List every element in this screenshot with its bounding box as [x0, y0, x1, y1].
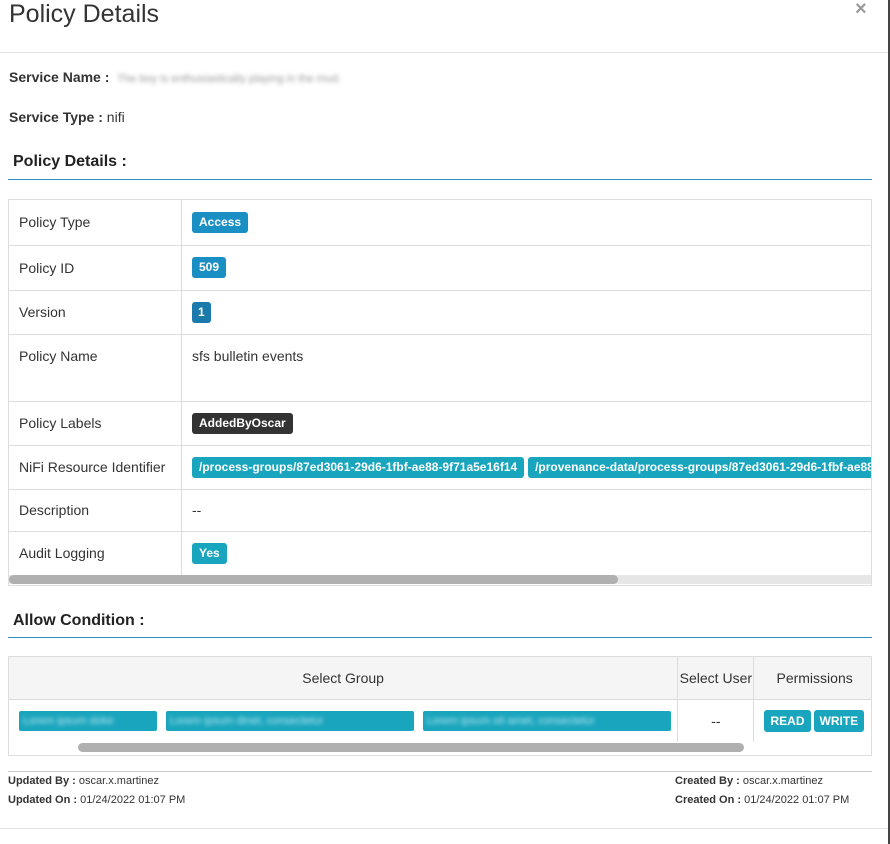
permission-badge: READ — [764, 710, 811, 732]
modal-footer-divider — [0, 828, 888, 829]
condition-header-row: Select Group Select User Permissions — [9, 657, 871, 700]
details-scrollbar-thumb[interactable] — [9, 575, 618, 584]
audit-logging-label: Audit Logging — [9, 530, 182, 575]
version-label: Version — [9, 289, 182, 334]
updated-by: Updated By : oscar.x.martinez — [8, 775, 159, 787]
updated-on: Updated On : 01/24/2022 01:07 PM — [8, 794, 185, 806]
row-policy-id: Policy ID 509 — [9, 244, 871, 290]
service-name-value: The boy is enthusiastically playing in t… — [117, 73, 342, 85]
resource-badge: /process-groups/87ed3061-29d6-1fbf-ae88-… — [192, 456, 525, 478]
policy-details-heading: Policy Details : — [13, 153, 127, 170]
created-on-value: 01/24/2022 01:07 PM — [744, 794, 850, 806]
updated-by-value: oscar.x.martinez — [78, 775, 159, 787]
description-label: Description — [9, 488, 182, 531]
policy-name-label: Policy Name — [9, 333, 182, 401]
allow-condition-heading: Allow Condition : — [13, 612, 145, 629]
policy-type-label: Policy Type — [9, 200, 182, 245]
created-by: Created By : oscar.x.martinez — [675, 775, 823, 787]
footer-divider — [8, 771, 872, 772]
created-by-value: oscar.x.martinez — [742, 775, 823, 787]
service-name-label: Service Name : — [9, 69, 110, 85]
policy-type-badge: Access — [192, 211, 249, 233]
policy-label-badge: AddedByOscar — [192, 412, 293, 434]
policy-id-label: Policy ID — [9, 244, 182, 290]
group-badge: Lorem ipsum dolor — [19, 711, 157, 731]
group-badge: Lorem ipsum sit amet, consectetur — [422, 711, 671, 731]
close-icon[interactable]: × — [855, 0, 867, 21]
policy-name-value: sfs bulletin events — [181, 333, 871, 401]
permission-badge: WRITE — [813, 710, 865, 732]
modal-title: Policy Details — [9, 0, 160, 28]
modal-header: Policy Details × — [0, 0, 888, 53]
section-divider — [8, 179, 872, 180]
section-divider — [8, 637, 872, 638]
description-value: -- — [181, 488, 871, 531]
row-version: Version 1 — [9, 289, 871, 334]
updated-by-label: Updated By : — [8, 775, 76, 787]
row-audit-logging: Audit Logging Yes — [9, 530, 871, 575]
column-header-select-user: Select User — [677, 657, 755, 700]
policy-id-badge: 509 — [192, 257, 227, 278]
updated-on-label: Updated On : — [8, 794, 78, 806]
updated-on-value: 01/24/2022 01:07 PM — [80, 794, 186, 806]
group-badge: Lorem ipsum dinet, consectetur — [165, 711, 414, 731]
condition-row: Lorem ipsum dolor Lorem ipsum dinet, con… — [9, 699, 871, 743]
resource-badge: /provenance-data/process-groups/87ed3061… — [528, 456, 871, 478]
created-on-label: Created On : — [675, 794, 742, 806]
condition-scrollbar-thumb[interactable] — [78, 743, 744, 752]
column-header-permissions: Permissions — [753, 657, 871, 700]
service-name-field: Service Name : The boy is enthusiastical… — [9, 69, 341, 85]
policy-details-table: Policy Type Access Policy ID 509 Version… — [8, 199, 872, 586]
row-description: Description -- — [9, 488, 871, 531]
row-policy-type: Policy Type Access — [9, 200, 871, 245]
row-policy-labels: Policy Labels AddedByOscar — [9, 400, 871, 445]
row-policy-name: Policy Name sfs bulletin events — [9, 333, 871, 401]
permissions-cell: READ WRITE — [754, 700, 871, 743]
select-user-cell: -- — [677, 699, 755, 742]
select-group-cell: Lorem ipsum dolor Lorem ipsum dinet, con… — [9, 699, 679, 742]
row-resource: NiFi Resource Identifier /process-groups… — [9, 444, 871, 489]
created-on: Created On : 01/24/2022 01:07 PM — [675, 794, 849, 806]
policy-labels-label: Policy Labels — [9, 400, 182, 445]
version-badge: 1 — [192, 301, 211, 323]
audit-logging-badge: Yes — [192, 542, 227, 564]
resource-label: NiFi Resource Identifier — [9, 444, 182, 489]
service-type-label: Service Type : — [9, 109, 103, 125]
column-header-select-group: Select Group — [9, 657, 679, 700]
allow-condition-table: Select Group Select User Permissions Lor… — [8, 656, 872, 756]
service-type-value: nifi — [106, 109, 125, 125]
service-type-field: Service Type : nifi — [9, 109, 125, 125]
created-by-label: Created By : — [675, 775, 740, 787]
